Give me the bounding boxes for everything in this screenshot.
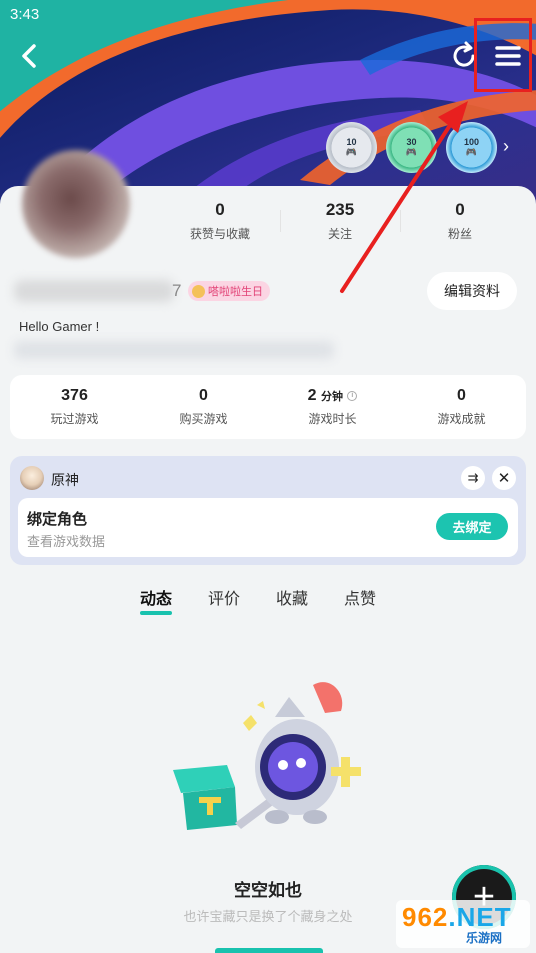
status-time: 3:43 (10, 6, 40, 23)
stat-likes[interactable]: 0 获赞与收藏 (160, 200, 280, 242)
bind-role-box: 绑定角色 查看游戏数据 去绑定 (18, 498, 518, 557)
stat-value: 235 (325, 200, 355, 219)
stat-following[interactable]: 235 关注 (280, 200, 400, 242)
bind-subtitle: 查看游戏数据 (27, 534, 106, 549)
stat-unit: 分钟 (320, 391, 343, 403)
empty-state-illustration (173, 682, 361, 830)
close-icon: ✕ (497, 470, 511, 487)
bio-extra-blurred (14, 341, 334, 359)
tab-feed[interactable]: 动态 (140, 585, 173, 615)
username-blurred (14, 280, 174, 302)
tab-likes[interactable]: 点赞 (344, 585, 376, 609)
stat-followers[interactable]: 0 粉丝 (400, 200, 520, 242)
stat-achievements[interactable]: 0 游戏成就 (397, 387, 526, 427)
stat-label: 购买游戏 (179, 412, 228, 426)
birthday-tag[interactable]: 嗒啦啦生日 (188, 281, 270, 301)
game-name: 原神 (51, 472, 79, 488)
stat-value: 0 (215, 200, 225, 219)
stat-label: 粉丝 (447, 227, 472, 241)
stat-play-time[interactable]: 2 分钟 i 游戏时长 (268, 387, 397, 427)
game-avatar-icon (20, 466, 44, 490)
stat-value: 0 (455, 200, 465, 219)
stat-value-group: 2 分钟 i (268, 387, 397, 405)
watermark-main-a: 962 (402, 902, 449, 932)
stat-purchased-games[interactable]: 0 购买游戏 (139, 387, 268, 427)
tab-reviews[interactable]: 评价 (208, 585, 240, 609)
watermark-main-b: .NET (448, 902, 512, 932)
chevron-right-icon[interactable]: › (503, 136, 509, 157)
chevron-left-icon (22, 44, 36, 68)
stat-played-games[interactable]: 376 玩过游戏 (10, 387, 139, 427)
tab-favorites[interactable]: 收藏 (276, 585, 308, 609)
stat-label: 游戏成就 (437, 412, 486, 426)
watermark-logo: 962.NET 乐游网 (396, 900, 530, 948)
stat-label: 获赞与收藏 (189, 227, 250, 241)
back-button[interactable] (14, 40, 46, 72)
highlight-box (474, 18, 532, 92)
stat-label: 游戏时长 (308, 412, 357, 426)
info-icon[interactable]: i (347, 390, 358, 401)
social-stats: 0 获赞与收藏 235 关注 0 粉丝 (160, 200, 520, 242)
content-tabs: 动态 评价 收藏 点赞 (140, 585, 376, 615)
avatar[interactable] (22, 150, 130, 258)
watermark-sub: 乐游网 (466, 931, 503, 945)
sort-icon: ⇉ (467, 470, 479, 485)
stat-value: 0 (457, 387, 466, 404)
bind-button[interactable]: 去绑定 (436, 513, 508, 540)
close-button[interactable]: ✕ (492, 466, 516, 490)
stat-value: 2 (307, 387, 317, 404)
birthday-tag-label: 嗒啦啦生日 (208, 286, 263, 298)
stat-value: 376 (61, 387, 88, 404)
game-bind-card: 原神 ⇉ ✕ 绑定角色 查看游戏数据 去绑定 (10, 456, 526, 565)
bio: Hello Gamer ! (19, 319, 100, 334)
stat-label: 玩过游戏 (50, 412, 99, 426)
bottom-indicator (215, 948, 323, 953)
stat-label: 关注 (327, 227, 352, 241)
sort-button[interactable]: ⇉ (461, 466, 485, 490)
stat-value: 0 (199, 387, 208, 404)
username-suffix: 7 (172, 281, 182, 300)
game-stats-panel: 376 玩过游戏 0 购买游戏 2 分钟 i 游戏时长 0 游戏成就 (10, 375, 526, 439)
bind-title: 绑定角色 (27, 511, 88, 528)
annotation-arrow (340, 101, 468, 293)
emoji-icon (192, 284, 205, 298)
